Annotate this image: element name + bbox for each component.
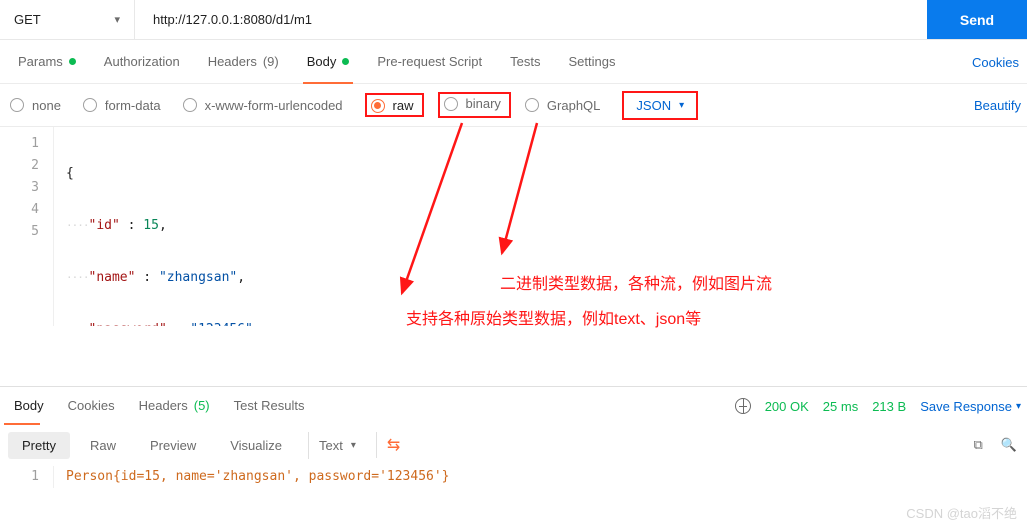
send-button[interactable]: Send bbox=[927, 0, 1027, 39]
chevron-down-icon: ▾ bbox=[351, 440, 356, 451]
request-body-editor[interactable]: 1 2 3 4 5 { ····"id" : 15, ····"name" : … bbox=[0, 126, 1027, 326]
chevron-down-icon: ▾ bbox=[114, 13, 120, 26]
body-type-raw[interactable]: raw bbox=[371, 98, 414, 113]
highlight-box: raw bbox=[365, 93, 424, 117]
copy-icon[interactable]: ⧉ bbox=[974, 437, 983, 453]
http-method-value: GET bbox=[14, 12, 41, 27]
tab-settings[interactable]: Settings bbox=[554, 40, 629, 84]
tab-authorization[interactable]: Authorization bbox=[90, 40, 194, 84]
response-time: 25 ms bbox=[823, 399, 858, 414]
response-type-select[interactable]: Text▾ bbox=[308, 432, 366, 459]
tab-body[interactable]: Body bbox=[293, 40, 364, 84]
radio-icon bbox=[10, 98, 24, 112]
body-type-formdata[interactable]: form-data bbox=[83, 98, 161, 113]
cookies-link[interactable]: Cookies bbox=[972, 40, 1019, 84]
save-response-button[interactable]: Save Response ▾ bbox=[920, 399, 1021, 414]
tab-tests[interactable]: Tests bbox=[496, 40, 554, 84]
wrap-lines-icon[interactable]: ⇆ bbox=[376, 432, 410, 458]
radio-icon bbox=[183, 98, 197, 112]
line-gutter: 1 2 3 4 5 bbox=[0, 127, 54, 326]
url-value: http://127.0.0.1:8080/d1/m1 bbox=[153, 12, 312, 27]
response-text: Person{id=15, name='zhangsan', password=… bbox=[54, 466, 450, 488]
content-type-select[interactable]: JSON ▾ bbox=[628, 95, 692, 116]
tab-headers[interactable]: Headers (9) bbox=[194, 40, 293, 84]
view-visualize-button[interactable]: Visualize bbox=[216, 432, 296, 459]
annotation-text: 二进制类型数据，各种流，例如图片流 bbox=[500, 270, 772, 294]
dot-icon bbox=[342, 58, 349, 65]
view-raw-button[interactable]: Raw bbox=[76, 432, 130, 459]
globe-icon[interactable] bbox=[735, 398, 751, 414]
response-tab-cookies[interactable]: Cookies bbox=[56, 387, 127, 425]
view-pretty-button[interactable]: Pretty bbox=[8, 432, 70, 459]
body-type-graphql[interactable]: GraphQL bbox=[525, 98, 600, 113]
radio-icon bbox=[444, 97, 458, 111]
response-tab-headers[interactable]: Headers(5) bbox=[127, 387, 222, 425]
url-input[interactable]: http://127.0.0.1:8080/d1/m1 bbox=[135, 0, 927, 39]
tab-params[interactable]: Params bbox=[4, 40, 90, 84]
response-status: 200 OK bbox=[765, 399, 809, 414]
body-type-urlencoded[interactable]: x-www-form-urlencoded bbox=[183, 98, 343, 113]
response-body[interactable]: 1 Person{id=15, name='zhangsan', passwor… bbox=[0, 466, 1027, 488]
dot-icon bbox=[69, 58, 76, 65]
highlight-box: binary bbox=[438, 92, 511, 118]
response-lineno: 1 bbox=[0, 466, 54, 488]
response-tab-body[interactable]: Body bbox=[2, 387, 56, 425]
watermark: CSDN @tao滔不绝 bbox=[906, 503, 1017, 522]
chevron-down-icon: ▾ bbox=[1016, 401, 1021, 412]
radio-icon bbox=[83, 98, 97, 112]
chevron-down-icon: ▾ bbox=[679, 100, 684, 111]
response-size: 213 B bbox=[872, 399, 906, 414]
body-type-binary[interactable]: binary bbox=[444, 96, 501, 111]
radio-icon bbox=[525, 98, 539, 112]
body-type-none[interactable]: none bbox=[10, 98, 61, 113]
response-tab-tests[interactable]: Test Results bbox=[222, 387, 317, 425]
code-area[interactable]: { ····"id" : 15, ····"name" : "zhangsan"… bbox=[54, 127, 1027, 326]
highlight-box: JSON ▾ bbox=[622, 91, 698, 120]
view-preview-button[interactable]: Preview bbox=[136, 432, 210, 459]
beautify-link[interactable]: Beautify bbox=[974, 84, 1021, 126]
radio-icon bbox=[371, 99, 385, 113]
http-method-select[interactable]: GET ▾ bbox=[0, 0, 135, 39]
annotation-text: 支持各种原始类型数据，例如text、json等 bbox=[406, 305, 701, 329]
tab-prerequest[interactable]: Pre-request Script bbox=[363, 40, 496, 84]
search-icon[interactable]: 🔍 bbox=[1001, 437, 1017, 453]
